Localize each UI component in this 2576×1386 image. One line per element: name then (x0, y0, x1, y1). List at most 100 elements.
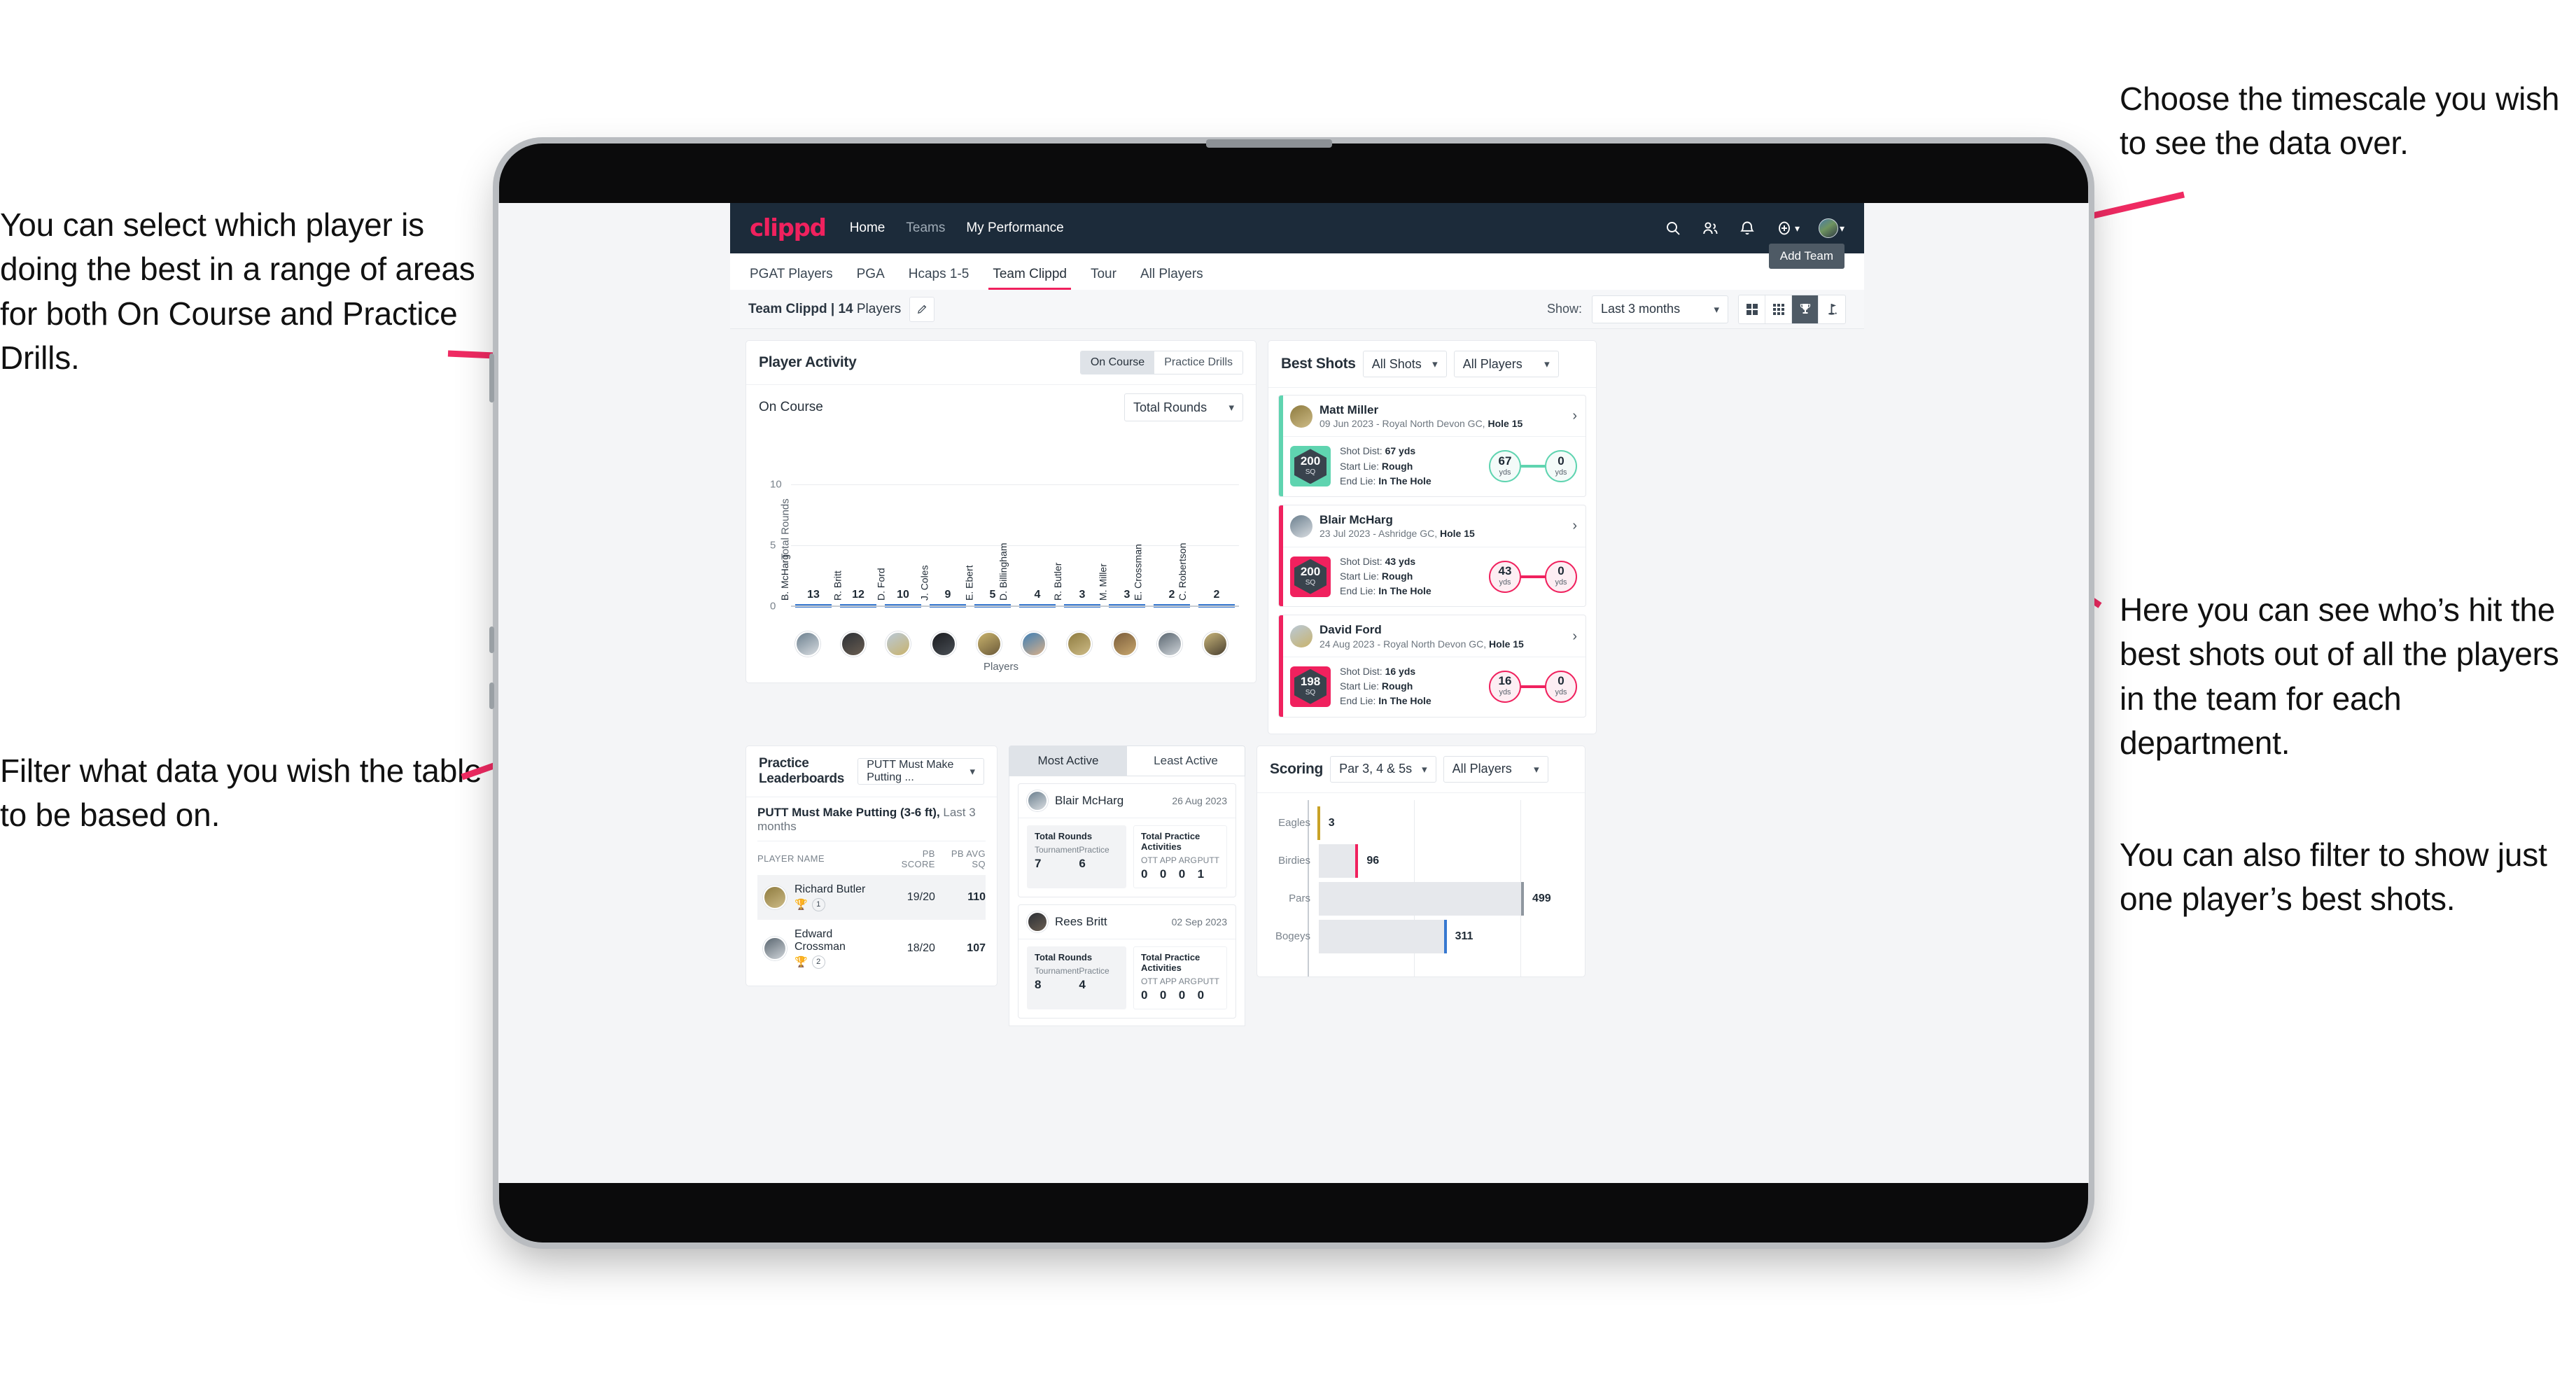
shot-player-name: Blair McHarg (1320, 513, 1393, 527)
search-icon[interactable] (1664, 219, 1682, 237)
best-shot-card[interactable]: Matt Miller 09 Jun 2023 - Royal North Dev… (1278, 395, 1586, 498)
chart-bar[interactable]: Pars 499 (1268, 880, 1574, 918)
chevron-right-icon[interactable]: › (1567, 629, 1577, 645)
nav-link-home[interactable]: Home (850, 220, 886, 236)
tab-most-active[interactable]: Most Active (1009, 746, 1127, 776)
shot-meta: 24 Aug 2023 - Royal North Devon GC, Hole… (1320, 638, 1524, 650)
player-avatar[interactable] (1027, 790, 1048, 811)
edit-team-button[interactable] (909, 296, 935, 322)
cell-player: Richard Butler 🏆 1 (757, 874, 886, 920)
scoring-par-filter[interactable]: Par 3, 4 & 5s ▾ (1330, 755, 1436, 783)
segment-practice-drills[interactable]: Practice Drills (1154, 351, 1242, 374)
activity-date: 26 Aug 2023 (1172, 794, 1227, 806)
cell-pb-avg-sq: 110 (934, 874, 986, 920)
shot-end-marker: 0 yds (1545, 450, 1577, 483)
practice-col: Practice 4 (1079, 966, 1119, 992)
app-label: APP (1159, 855, 1177, 865)
avatar[interactable] (1818, 218, 1838, 238)
player-avatar[interactable] (1290, 405, 1312, 428)
shot-player-info: David Ford 24 Aug 2023 - Royal North Devo… (1320, 622, 1524, 650)
chevron-right-icon[interactable]: › (1567, 408, 1577, 424)
player-avatar[interactable] (1157, 631, 1183, 657)
player-avatar[interactable] (1027, 911, 1048, 932)
chart-bar-value: 2 (1213, 589, 1220, 601)
player-avatar[interactable] (1202, 631, 1228, 657)
date-range-select[interactable]: Last 3 months ▾ (1592, 295, 1728, 323)
flag-icon[interactable] (1819, 295, 1845, 323)
best-shot-card[interactable]: David Ford 24 Aug 2023 - Royal North Devo… (1278, 615, 1586, 718)
player-avatar[interactable] (1290, 514, 1312, 538)
putt-label: PUTT (1197, 976, 1220, 986)
user-menu[interactable]: ▾ (1818, 218, 1844, 238)
best-shots-player-filter[interactable]: All Players ▾ (1453, 351, 1559, 377)
create-menu[interactable]: ▾ (1775, 219, 1800, 237)
best-shots-shot-filter[interactable]: All Shots ▾ (1362, 351, 1447, 377)
shot-meta: 09 Jun 2023 - Royal North Devon GC, Hole… (1320, 418, 1523, 430)
grid-large-icon[interactable] (1739, 295, 1765, 323)
segment-on-course[interactable]: On Course (1080, 351, 1155, 374)
clippd-logo[interactable]: clippd (750, 214, 827, 242)
chart-bar[interactable]: Eagles 3 (1268, 804, 1574, 842)
activity-player-card[interactable]: Blair McHarg 26 Aug 2023 Total Rounds Tourn… (1018, 783, 1236, 897)
player-avatar[interactable] (976, 631, 1002, 657)
tab-all-players[interactable]: All Players (1140, 267, 1203, 290)
player-block: Richard Butler 🏆 1 (794, 883, 865, 911)
shot-start-marker: 16 yds (1489, 670, 1521, 703)
end-lie-row: End Lie: In The Hole (1340, 695, 1432, 707)
tab-pgat-players[interactable]: PGAT Players (750, 267, 833, 290)
chart-bar[interactable]: Bogeys 311 (1268, 918, 1574, 955)
practice-label: Practice (1079, 965, 1110, 976)
player-avatar[interactable] (840, 631, 866, 657)
end-lie-value: In The Hole (1378, 585, 1432, 597)
tab-hcaps-1-5[interactable]: Hcaps 1-5 (909, 267, 969, 290)
shot-connector-line (1521, 575, 1545, 578)
nav-link-teams[interactable]: Teams (906, 220, 945, 236)
trophy-icon: 🏆 (794, 956, 808, 969)
player-avatar[interactable] (886, 631, 911, 657)
chevron-right-icon[interactable]: › (1567, 518, 1577, 534)
shot-start-unit: yds (1499, 688, 1511, 697)
dashboard-row-1: Player Activity On Course Practice Drill… (746, 340, 1849, 734)
col-player-name: PLAYER NAME (757, 853, 825, 864)
metric-select[interactable]: Total Rounds ▾ (1124, 393, 1243, 421)
player-avatar[interactable] (1021, 631, 1047, 657)
trophy-icon[interactable] (1792, 295, 1819, 323)
tab-pga[interactable]: PGA (857, 267, 885, 290)
player-activity-header: Player Activity On Course Practice Drill… (746, 341, 1256, 385)
chart-y-axis-label: Total Rounds (779, 498, 792, 560)
player-avatar[interactable] (795, 631, 820, 657)
player-avatar[interactable] (1112, 631, 1138, 657)
activity-player-card[interactable]: Rees Britt 02 Sep 2023 Total Rounds Tournam… (1018, 904, 1236, 1018)
table-row[interactable]: Edward Crossman 🏆 2 18/20 107 (757, 920, 986, 977)
show-label: Show: (1546, 302, 1582, 316)
people-icon[interactable] (1701, 219, 1719, 237)
best-shot-card[interactable]: Blair McHarg 23 Jul 2023 - Ashridge GC, H… (1278, 505, 1586, 608)
shot-end-unit: yds (1555, 578, 1567, 587)
grid-small-icon[interactable] (1765, 295, 1792, 323)
chart-bar-track: 96 (1319, 844, 1574, 878)
player-avatar[interactable] (763, 885, 787, 909)
add-team-button[interactable]: Add Team (1768, 244, 1844, 269)
date-range-value: Last 3 months (1601, 302, 1681, 316)
scoring-card: Scoring Par 3, 4 & 5s ▾ All Players ▾ Ea… (1256, 745, 1586, 977)
shot-connector-line (1521, 685, 1545, 688)
table-row[interactable]: Richard Butler 🏆 1 19/20 110 (757, 874, 986, 920)
scoring-player-filter[interactable]: All Players ▾ (1443, 755, 1548, 783)
chart-bar-fill (1319, 844, 1359, 878)
chart-bar[interactable]: Birdies 96 (1268, 842, 1574, 880)
drill-select[interactable]: PUTT Must Make Putting ... ▾ (858, 757, 984, 785)
activity-stats: Total Rounds Tournament 8 Practice 4 Total Pr… (1018, 939, 1236, 1018)
tab-least-active[interactable]: Least Active (1127, 746, 1245, 776)
plus-circle-icon[interactable] (1775, 219, 1793, 237)
tab-tour[interactable]: Tour (1091, 267, 1116, 290)
player-avatar[interactable] (1066, 631, 1092, 657)
player-avatar[interactable] (930, 631, 956, 657)
scoring-par-filter-value: Par 3, 4 & 5s (1339, 762, 1413, 776)
tournament-label: Tournament (1035, 965, 1079, 976)
player-avatar[interactable] (763, 936, 787, 960)
tab-team-clippd[interactable]: Team Clippd (988, 267, 1071, 290)
player-avatar[interactable] (1290, 625, 1312, 648)
bell-icon[interactable] (1738, 219, 1756, 237)
arg-col: ARG 0 (1179, 976, 1198, 1002)
nav-link-my-performance[interactable]: My Performance (966, 220, 1063, 236)
